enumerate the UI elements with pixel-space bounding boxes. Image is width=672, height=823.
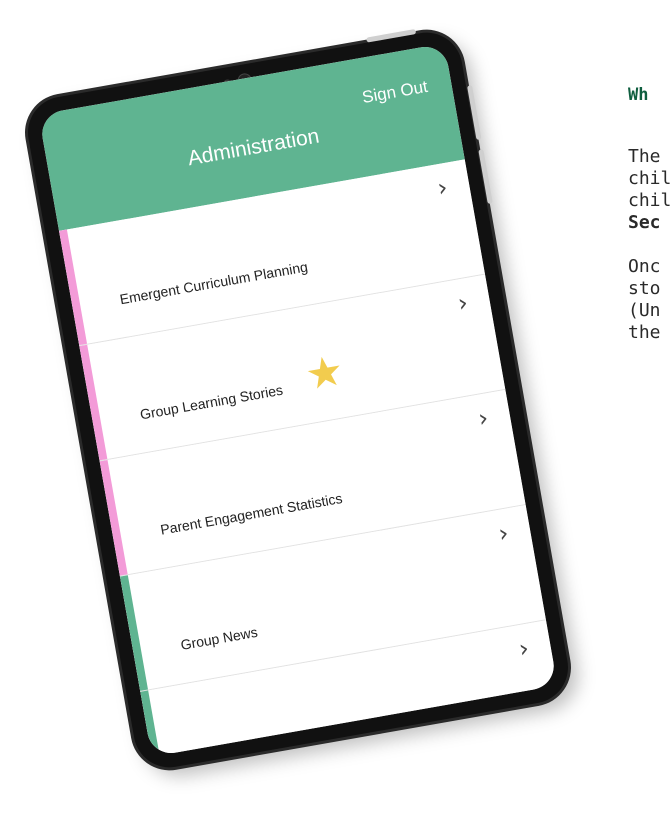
menu-item-label: Group News [179, 623, 259, 653]
article-line: Onc [628, 256, 661, 277]
menu-item-label: Emergent Curriculum Planning [118, 258, 309, 308]
article-line: sto [628, 278, 661, 299]
article-line: The [628, 146, 661, 167]
chevron-right-icon: › [475, 403, 491, 433]
tablet-device: Administration Sign Out › Emergent Curri… [22, 26, 574, 774]
star-icon: ★ [301, 346, 348, 399]
article-line: the [628, 322, 661, 343]
chevron-right-icon: › [455, 288, 471, 318]
article-line: chil [628, 190, 672, 211]
chevron-right-icon: › [496, 518, 511, 548]
article-line: Sec [628, 212, 661, 233]
article-line: chil [628, 168, 672, 189]
chevron-right-icon: › [516, 633, 531, 664]
chevron-right-icon: › [435, 173, 450, 203]
article-heading: Wh [628, 85, 649, 105]
menu-item-label: Group Learning Stories [138, 381, 285, 423]
menu-item-label: Parent Engagement Statistics [159, 489, 344, 538]
sign-out-button[interactable]: Sign Out [361, 77, 430, 108]
article-line: (Un [628, 300, 661, 321]
